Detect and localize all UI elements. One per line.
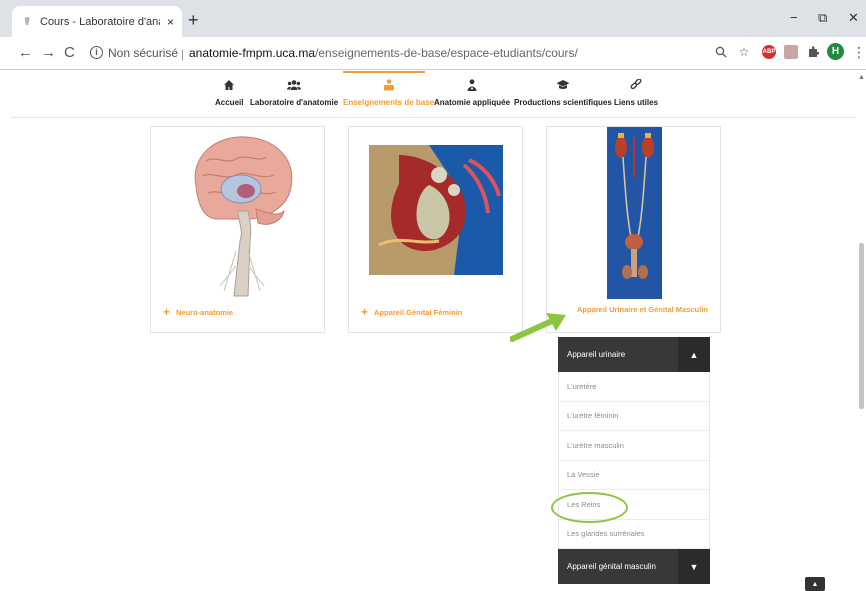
urinary-system-illustration[interactable] — [607, 127, 662, 299]
accordion-header-urinaire[interactable]: Appareil urinaire ▲ — [558, 337, 710, 372]
accordion-header-genital-masculin[interactable]: Appareil génital masculin ▼ — [558, 549, 710, 584]
list-item[interactable]: Les glandes surrénales — [558, 519, 710, 549]
adblock-icon[interactable]: ABP — [762, 45, 776, 59]
nav-divider — [10, 117, 856, 118]
back-to-top-button[interactable]: ▲ — [805, 577, 825, 591]
extensions-puzzle-icon[interactable] — [806, 45, 820, 59]
site-favicon-icon: ☤ — [23, 16, 31, 28]
site-navigation: Accueil Laboratoire d'anatomie Enseignem… — [0, 71, 866, 117]
nav-item-laboratoire[interactable]: Laboratoire d'anatomie — [250, 79, 338, 107]
tab-title: Cours - Laboratoire d'anatomie — [40, 15, 160, 28]
card-link-neuro[interactable]: + Neuro-anatomie — [163, 305, 233, 319]
separator: | — [181, 47, 185, 61]
teacher-icon — [343, 79, 434, 95]
list-item[interactable]: L'urètre masculin — [558, 431, 710, 461]
new-tab-button[interactable]: + — [188, 11, 199, 29]
home-icon — [215, 79, 243, 95]
security-label: Non sécurisé — [108, 46, 179, 60]
nav-item-productions[interactable]: Productions scientifiques — [514, 79, 612, 107]
browser-tab[interactable]: ☤ Cours - Laboratoire d'anatomie × — [12, 6, 182, 37]
course-accordion: Appareil urinaire ▲ L'uretère L'urètre f… — [558, 337, 710, 584]
back-arrow-icon[interactable]: ← — [18, 45, 33, 60]
highlight-ellipse — [551, 492, 628, 523]
tab-close-icon[interactable]: × — [167, 15, 174, 29]
minimize-icon[interactable]: − — [790, 10, 798, 25]
brain-illustration[interactable] — [176, 131, 296, 301]
web-page: ▲ Accueil Laboratoire d'anatomie Enseign… — [0, 71, 866, 591]
reload-icon[interactable]: C — [64, 45, 75, 60]
address-bar[interactable]: i Non sécurisé | anatomie-fmpm.uca.ma/en… — [85, 41, 750, 66]
info-icon[interactable]: i — [90, 46, 103, 59]
zoom-icon[interactable] — [714, 45, 728, 59]
nav-item-anatomie-appliquee[interactable]: Anatomie appliquée — [434, 79, 510, 107]
nav-item-liens-utiles[interactable]: Liens utiles — [614, 78, 658, 107]
user-doctor-icon — [434, 79, 510, 95]
restore-icon[interactable]: ⧉ — [818, 10, 827, 26]
course-card-neuro: + Neuro-anatomie — [150, 126, 325, 333]
course-card-genital-feminin: + Appareil Génital Féminin — [348, 126, 523, 333]
list-item[interactable]: L'urètre féminin — [558, 401, 710, 431]
card-link-urinaire-masculin[interactable]: Appareil Urinaire et Génital Masculin — [577, 305, 708, 314]
link-icon — [614, 78, 658, 95]
female-pelvis-illustration[interactable] — [369, 145, 503, 275]
bookmark-star-icon[interactable]: ☆ — [737, 45, 751, 59]
scrollbar-thumb[interactable] — [859, 243, 864, 409]
course-card-urinaire-masculin: Appareil Urinaire et Génital Masculin — [546, 126, 721, 333]
close-window-icon[interactable]: ✕ — [848, 10, 859, 26]
card-link-genital-feminin[interactable]: + Appareil Génital Féminin — [361, 305, 462, 319]
url-text[interactable]: anatomie-fmpm.uca.ma/enseignements-de-ba… — [189, 46, 578, 60]
list-item[interactable]: L'uretère — [558, 372, 710, 402]
graduation-cap-icon — [514, 79, 612, 95]
profile-avatar[interactable]: H — [827, 43, 844, 60]
chevron-up-icon[interactable]: ▲ — [678, 337, 710, 372]
list-item[interactable]: La Vessie — [558, 460, 710, 490]
forward-arrow-icon[interactable]: → — [41, 45, 56, 60]
users-icon — [250, 79, 338, 95]
chevron-down-icon[interactable]: ▼ — [678, 549, 710, 584]
nav-item-accueil[interactable]: Accueil — [215, 79, 243, 107]
pdf-extension-icon[interactable] — [784, 45, 798, 59]
browser-titlebar: ☤ Cours - Laboratoire d'anatomie × + − ⧉… — [0, 0, 866, 37]
browser-menu-icon[interactable]: ⋮ — [852, 44, 866, 61]
nav-item-enseignements[interactable]: Enseignements de base — [343, 79, 434, 107]
